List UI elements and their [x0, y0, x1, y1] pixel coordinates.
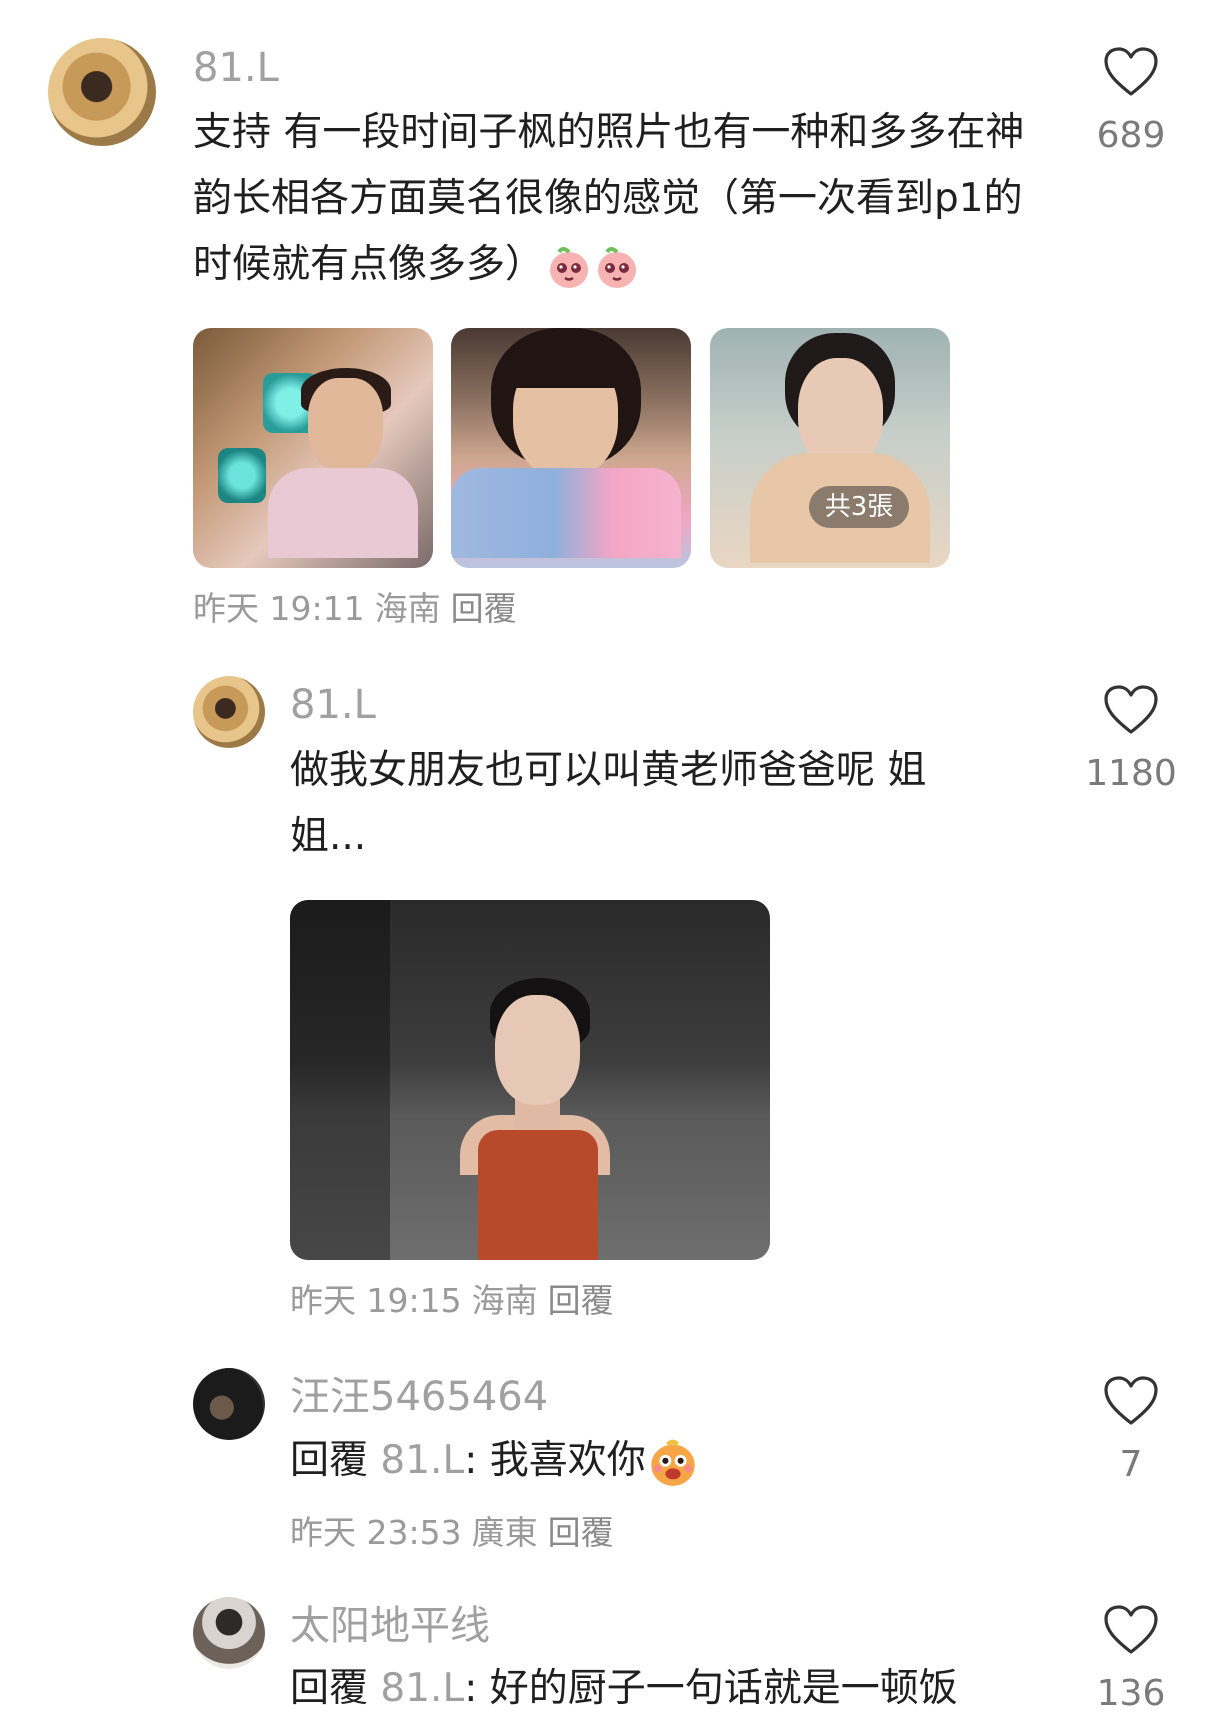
avatar[interactable]	[193, 1368, 265, 1440]
comment-text: 做我女朋友也可以叫黄老师爸爸呢 姐姐...	[290, 748, 927, 859]
heart-outline-icon[interactable]	[1103, 46, 1159, 98]
like-count: 1180	[1085, 753, 1177, 794]
reply-prefix: 回覆	[290, 1666, 369, 1711]
like-count: 136	[1096, 1673, 1166, 1714]
like-control[interactable]: 1180	[1071, 684, 1191, 796]
timestamp: 昨天 19:15	[290, 1281, 462, 1320]
heart-outline-icon[interactable]	[1103, 1375, 1159, 1427]
comment-photo-1[interactable]	[193, 328, 433, 568]
avatar[interactable]	[193, 676, 265, 748]
comment-text-body: : 好的厨子一句话就是一顿饭	[464, 1666, 958, 1711]
avatar[interactable]	[193, 1597, 265, 1669]
comment-photo-3[interactable]: 共3張	[710, 328, 950, 568]
heart-outline-icon[interactable]	[1103, 1604, 1159, 1656]
username[interactable]: 81.L	[193, 44, 279, 92]
comment-meta: 昨天 23:53 廣東 回覆	[290, 1512, 624, 1554]
username[interactable]: 太阳地平线	[290, 1602, 490, 1650]
reply-button[interactable]: 回覆	[451, 589, 517, 628]
comment-meta: 昨天 19:15 海南 回覆	[290, 1280, 624, 1322]
blush-face-emoji-icon	[550, 246, 589, 288]
username[interactable]: 汪汪5465464	[290, 1373, 548, 1421]
comment-photo-2[interactable]	[451, 328, 691, 568]
username[interactable]: 81.L	[290, 681, 376, 729]
comment-photo[interactable]	[290, 900, 770, 1260]
comment-text-body: : 我喜欢你	[464, 1438, 646, 1483]
comment-meta: 昨天 19:11 海南 回覆	[193, 588, 527, 630]
like-control[interactable]: 136	[1071, 1604, 1191, 1716]
location: 廣東	[471, 1513, 538, 1552]
location: 海南	[374, 589, 441, 628]
reply-button[interactable]: 回覆	[548, 1513, 614, 1552]
blush-face-emoji-icon	[598, 246, 637, 288]
heart-outline-icon[interactable]	[1103, 684, 1159, 736]
reply-prefix: 回覆	[290, 1438, 369, 1483]
reply-to-user[interactable]: 81.L	[380, 1666, 464, 1711]
like-control[interactable]: 7	[1071, 1375, 1191, 1487]
timestamp: 昨天 23:53	[290, 1513, 462, 1552]
location: 海南	[471, 1281, 538, 1320]
avatar[interactable]	[48, 38, 156, 146]
like-count: 7	[1119, 1444, 1143, 1485]
photo-count-badge: 共3張	[809, 486, 909, 528]
comment-text: 回覆 81.L: 好的厨子一句话就是一顿饭	[290, 1656, 1050, 1722]
comment-text: 支持 有一段时间子枫的照片也有一种和多多在神韵长相各方面莫名很像的感觉（第一次看…	[193, 100, 1043, 298]
reply-to-user[interactable]: 81.L	[380, 1438, 464, 1483]
like-control[interactable]: 689	[1071, 46, 1191, 158]
comment-text: 回覆 81.L: 我喜欢你	[290, 1428, 1050, 1494]
reply-button[interactable]: 回覆	[548, 1281, 614, 1320]
like-count: 689	[1096, 115, 1166, 156]
grinning-face-emoji-icon	[650, 1439, 695, 1486]
timestamp: 昨天 19:11	[193, 589, 365, 628]
